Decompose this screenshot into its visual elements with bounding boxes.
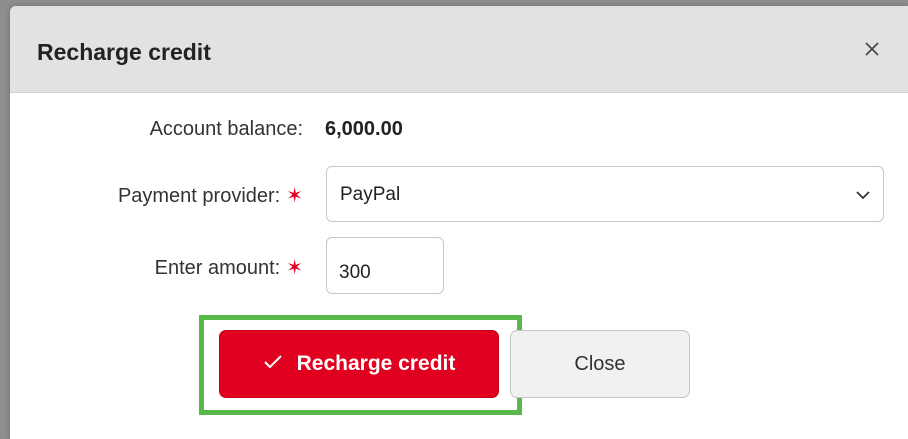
required-marker: ✶ [286,185,303,207]
account-balance-label: Account balance: [149,118,303,140]
recharge-credit-button[interactable]: Recharge credit [219,330,499,398]
enter-amount-label: Enter amount: ✶ [155,255,303,280]
recharge-credit-button-label: Recharge credit [296,352,456,375]
amount-input[interactable] [326,237,444,294]
close-icon[interactable] [862,39,882,59]
payment-provider-label-text: Payment provider: [117,185,281,207]
chevron-down-icon [855,188,871,206]
required-marker: ✶ [286,257,303,279]
payment-provider-label: Payment provider: ✶ [118,183,303,208]
dialog-header: Recharge credit [10,6,908,93]
account-balance-value: 6,000.00 [325,118,403,140]
enter-amount-label-text: Enter amount: [154,257,281,279]
checkmark-icon [263,352,283,376]
close-button[interactable]: Close [510,330,690,398]
dialog-title: Recharge credit [37,39,211,65]
payment-provider-select[interactable]: PayPal [326,166,884,222]
payment-provider-selected-value: PayPal [340,184,401,205]
